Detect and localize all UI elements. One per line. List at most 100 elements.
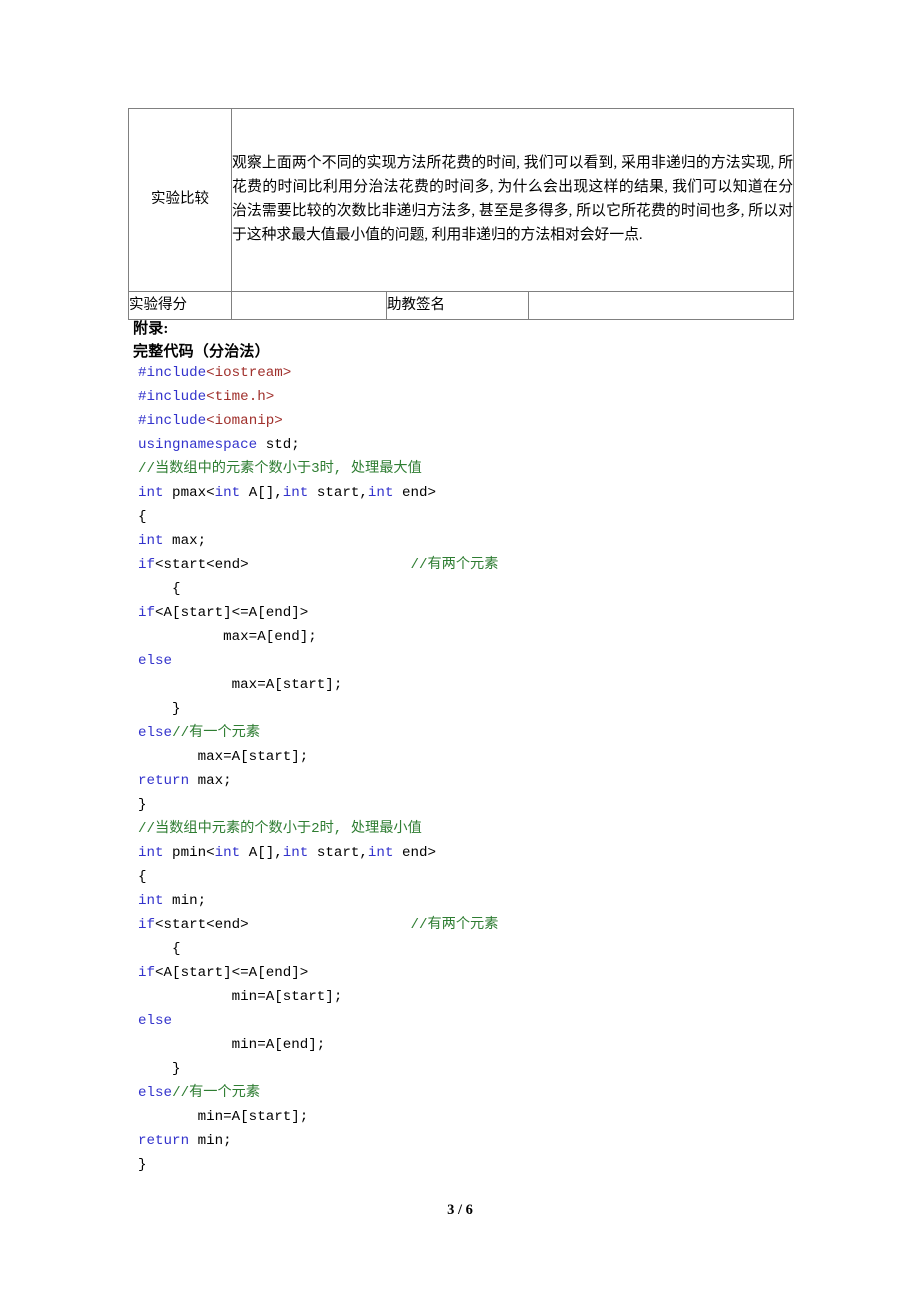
- code-line: {: [138, 577, 858, 601]
- table-row-comparison: 实验比较 观察上面两个不同的实现方法所花费的时间, 我们可以看到, 采用非递归的…: [128, 108, 795, 292]
- code-line: int pmin<int A[],int start,int end>: [138, 841, 858, 865]
- code-line: min=A[start];: [138, 985, 858, 1009]
- code-token: int: [282, 485, 309, 501]
- code-line: {: [138, 505, 858, 529]
- code-token: min;: [189, 1133, 232, 1149]
- source-code-listing: #include<iostream> #include<time.h> #inclu…: [138, 361, 858, 1177]
- code-token: int: [214, 845, 241, 861]
- code-token: A[],: [240, 845, 283, 861]
- code-line: if<A[start]<=A[end]>: [138, 601, 858, 625]
- code-token: //有一个元素: [172, 725, 261, 741]
- code-line: }: [138, 697, 858, 721]
- code-token: pmin<: [163, 845, 215, 861]
- code-token: else: [138, 725, 173, 741]
- code-token: int: [138, 893, 164, 909]
- code-token: //有两个元素: [410, 917, 499, 933]
- assistant-signature-label-cell: 助教签名: [386, 291, 529, 320]
- code-line: }: [138, 1057, 858, 1081]
- code-token: int: [138, 485, 164, 501]
- code-line: max=A[start];: [138, 745, 858, 769]
- comparison-label-cell: 实验比较: [128, 108, 232, 292]
- code-token: A[],: [240, 485, 283, 501]
- code-token: start,: [308, 845, 368, 861]
- code-token: int: [214, 485, 241, 501]
- code-token: end>: [393, 485, 437, 501]
- code-token: <start<end>: [155, 917, 249, 933]
- code-line: #include<iomanip>: [138, 409, 858, 433]
- code-line: else//有一个元素: [138, 721, 858, 745]
- code-token: {: [138, 509, 147, 525]
- code-token: }: [138, 1157, 147, 1173]
- code-token: #include: [138, 413, 207, 429]
- code-token: return: [138, 1133, 190, 1149]
- code-token: //有一个元素: [172, 1085, 261, 1101]
- appendix-section: 附录: 完整代码（分治法）: [133, 318, 833, 364]
- code-line: else: [138, 1009, 858, 1033]
- code-token: std;: [257, 437, 300, 453]
- code-token: else: [138, 1085, 173, 1101]
- code-token: else: [138, 1013, 173, 1029]
- code-token: {: [138, 869, 147, 885]
- code-token: min=A[start];: [138, 989, 343, 1005]
- code-token: if: [138, 965, 156, 981]
- code-token: }: [138, 701, 181, 717]
- code-line: //当数组中元素的个数小于2时, 处理最小值: [138, 817, 858, 841]
- code-line: max=A[end];: [138, 625, 858, 649]
- code-token: <A[start]<=A[end]>: [155, 605, 309, 621]
- code-token: pmax<: [163, 485, 215, 501]
- score-label-cell: 实验得分: [128, 291, 232, 320]
- code-token: int: [282, 845, 309, 861]
- code-token: if: [138, 917, 156, 933]
- code-token: {: [138, 941, 181, 957]
- code-line: int pmax<int A[],int start,int end>: [138, 481, 858, 505]
- score-value-cell[interactable]: [231, 291, 387, 320]
- document-page: 实验比较 观察上面两个不同的实现方法所花费的时间, 我们可以看到, 采用非递归的…: [0, 0, 920, 1302]
- table-row-score: 实验得分 助教签名: [128, 291, 795, 320]
- code-token: max;: [189, 773, 232, 789]
- code-token: #include: [138, 365, 207, 381]
- code-token: max=A[end];: [138, 629, 317, 645]
- code-line: }: [138, 1153, 858, 1177]
- code-line: else: [138, 649, 858, 673]
- code-token: min=A[start];: [138, 1109, 309, 1125]
- code-line: usingnamespace std;: [138, 433, 858, 457]
- code-token: max=A[start];: [138, 677, 343, 693]
- code-token: min=A[end];: [138, 1037, 326, 1053]
- code-token: min;: [163, 893, 207, 909]
- code-line: {: [138, 865, 858, 889]
- code-line: if<start<end> //有两个元素: [138, 553, 858, 577]
- code-token: if: [138, 557, 156, 573]
- comparison-body-cell: 观察上面两个不同的实现方法所花费的时间, 我们可以看到, 采用非递归的方法实现,…: [230, 108, 795, 292]
- code-token: #include: [138, 389, 207, 405]
- code-line: return min;: [138, 1129, 858, 1153]
- code-token: {: [138, 581, 181, 597]
- code-token: int: [367, 845, 394, 861]
- code-line: if<A[start]<=A[end]>: [138, 961, 858, 985]
- code-line: return max;: [138, 769, 858, 793]
- code-token: //当数组中元素的个数小于2时, 处理最小值: [138, 821, 422, 837]
- code-token: start,: [308, 485, 368, 501]
- code-line: }: [138, 793, 858, 817]
- code-token: int: [138, 533, 164, 549]
- code-token: if: [138, 605, 156, 621]
- code-token: end>: [393, 845, 437, 861]
- assistant-signature-value-cell[interactable]: [527, 291, 795, 320]
- code-line: #include<time.h>: [138, 385, 858, 409]
- code-token: <start<end>: [155, 557, 249, 573]
- code-line: min=A[end];: [138, 1033, 858, 1057]
- code-token: <A[start]<=A[end]>: [155, 965, 309, 981]
- code-token: }: [138, 1061, 181, 1077]
- experiment-report-table: 实验比较 观察上面两个不同的实现方法所花费的时间, 我们可以看到, 采用非递归的…: [128, 108, 795, 320]
- code-line: max=A[start];: [138, 673, 858, 697]
- code-token: int: [138, 845, 164, 861]
- code-token: //当数组中的元素个数小于3时, 处理最大值: [138, 461, 422, 477]
- code-line: int max;: [138, 529, 858, 553]
- code-line: if<start<end> //有两个元素: [138, 913, 858, 937]
- code-token: <iostream>: [206, 365, 292, 381]
- code-token: usingnamespace: [138, 437, 258, 453]
- code-token: max;: [163, 533, 207, 549]
- code-token: int: [367, 485, 394, 501]
- code-token: else: [138, 653, 173, 669]
